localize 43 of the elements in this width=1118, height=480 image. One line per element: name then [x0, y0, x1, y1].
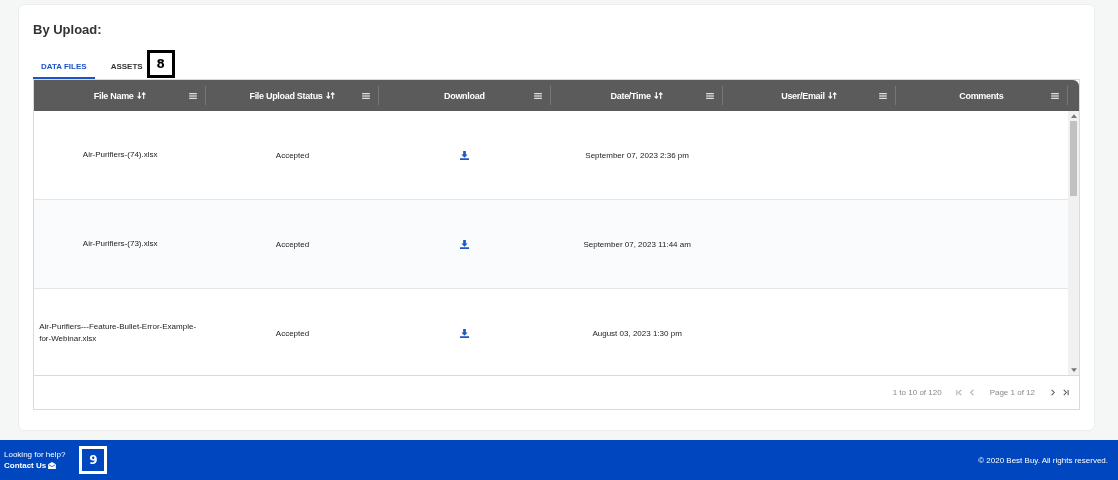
column-header[interactable]: File Upload Status	[249, 90, 323, 101]
date-time: September 07, 2023 11:44 am	[583, 239, 691, 249]
menu-icon[interactable]	[878, 92, 887, 99]
date-time: September 07, 2023 2:36 pm	[585, 150, 689, 160]
download-icon[interactable]	[460, 239, 470, 249]
upload-status: Accepted	[275, 239, 310, 249]
column-header[interactable]: Comments	[959, 90, 1004, 101]
menu-icon[interactable]	[361, 92, 370, 99]
help-text: Looking for help?	[4, 450, 66, 459]
sort-icon[interactable]	[325, 92, 335, 99]
scrollbar-track[interactable]	[1068, 111, 1079, 375]
download-icon[interactable]	[460, 150, 470, 160]
next-page-icon[interactable]	[1049, 389, 1056, 396]
column-header[interactable]: File Name	[93, 90, 134, 101]
sort-icon[interactable]	[136, 92, 146, 99]
scroll-up-arrow-icon[interactable]	[1070, 114, 1077, 118]
file-name: Air-Purifiers---Feature-Bullet-Error-Example-for-Webinar.xlsx	[39, 321, 198, 345]
mail-icon	[48, 462, 57, 469]
column-header[interactable]: Date/Time	[610, 90, 651, 101]
date-time: August 03, 2023 1:30 pm	[592, 328, 682, 338]
sort-icon[interactable]	[827, 92, 837, 99]
contact-link[interactable]: Contact Us	[4, 461, 66, 470]
callout-number: 8	[146, 50, 175, 78]
row-count: 1 to 10 of 120	[892, 388, 942, 397]
file-name: Air-Purifiers-(74).xlsx	[82, 149, 158, 161]
column-header[interactable]: User/Email	[781, 90, 825, 101]
menu-icon[interactable]	[1050, 92, 1059, 99]
scrollbar-thumb[interactable]	[1070, 121, 1077, 196]
scroll-down-arrow-icon[interactable]	[1070, 368, 1077, 372]
last-page-icon[interactable]	[1062, 389, 1069, 396]
file-name: Air-Purifiers-(73).xlsx	[82, 238, 158, 250]
download-icon[interactable]	[460, 328, 470, 338]
column-header[interactable]: Download	[444, 90, 485, 101]
copyright-text: © 2020 Best Buy. All rights reserved.	[978, 455, 1108, 465]
sort-icon[interactable]	[653, 92, 663, 99]
menu-icon[interactable]	[706, 92, 715, 99]
callout-number: 9	[79, 446, 108, 474]
upload-status: Accepted	[275, 328, 310, 338]
menu-icon[interactable]	[189, 92, 198, 99]
section-title: By Upload:	[33, 22, 103, 37]
page-indicator: Page 1 of 12	[989, 388, 1035, 397]
menu-icon[interactable]	[534, 92, 542, 99]
upload-status: Accepted	[275, 150, 310, 160]
